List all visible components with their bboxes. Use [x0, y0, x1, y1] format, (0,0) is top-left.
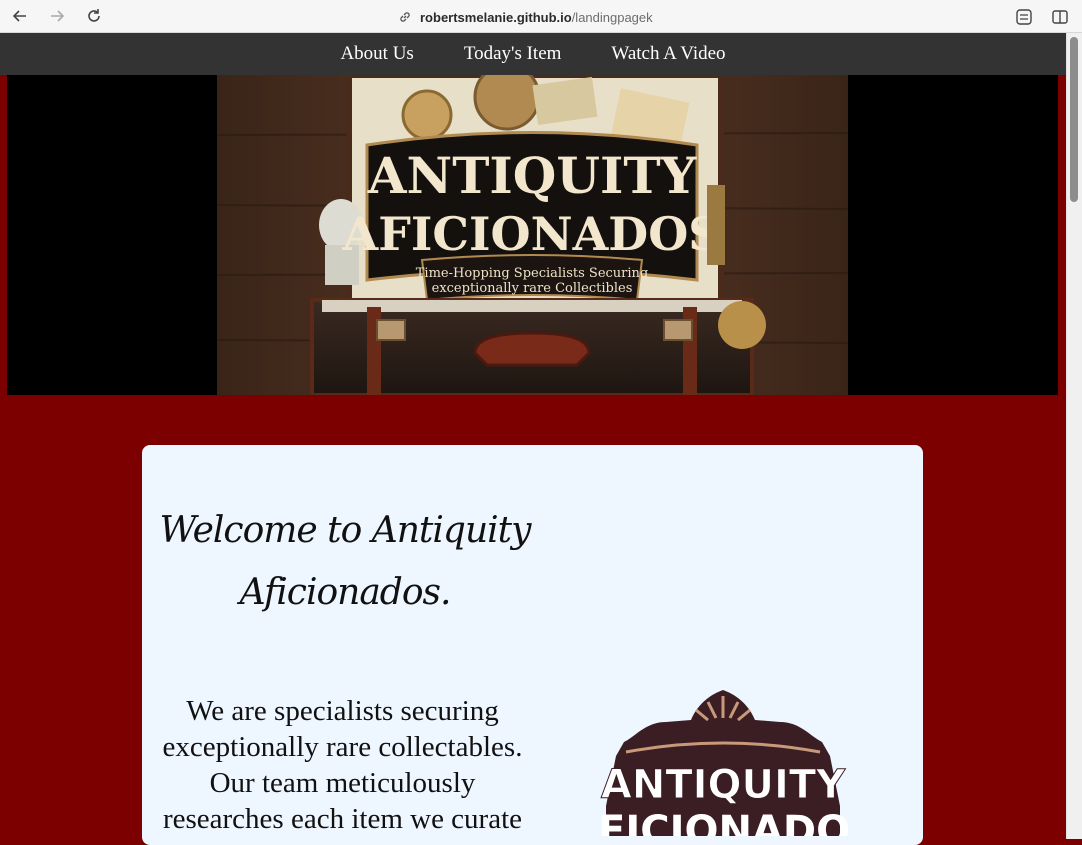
site-nav: About Us Today's Item Watch A Video: [0, 33, 1066, 75]
reload-icon[interactable]: [85, 7, 105, 27]
browser-toolbar: robertsmelanie.github.io/landingpagek: [0, 0, 1082, 33]
sidebar-toggle-icon[interactable]: [1051, 8, 1069, 26]
hero-tagline-1: Time-Hopping Specialists Securing: [416, 266, 648, 281]
url-path: /landingpagek: [571, 9, 653, 25]
scrollbar-thumb[interactable]: [1070, 37, 1078, 202]
hero-title-2: AFICIONADOS: [342, 207, 722, 261]
hero-tagline-2: exceptionally rare Collectibles: [432, 281, 633, 296]
logo-badge: ANTIQUITY AFICIONADOS: [596, 686, 850, 836]
link-icon: [400, 12, 410, 22]
welcome-heading: Welcome to Antiquity Aficionados.: [159, 510, 532, 613]
extensions-icon[interactable]: [1015, 8, 1033, 26]
nav-watch-video[interactable]: Watch A Video: [611, 43, 725, 65]
address-bar[interactable]: robertsmelanie.github.io/landingpagek: [398, 8, 653, 26]
badge-line-2: AFICIONADOS: [596, 808, 850, 836]
forward-icon[interactable]: [48, 7, 68, 27]
description-text: We are specialists securing exceptionall…: [162, 695, 523, 835]
back-icon[interactable]: [11, 7, 31, 27]
nav-todays-item[interactable]: Today's Item: [464, 43, 562, 65]
url-domain: robertsmelanie.github.io: [420, 9, 572, 25]
badge-line-1: ANTIQUITY: [601, 762, 846, 808]
hero-image: ANTIQUITY AFICIONADOS Time-Hopping Speci…: [217, 75, 848, 395]
hero-title-1: ANTIQUITY: [367, 146, 698, 205]
nav-about-us[interactable]: About Us: [340, 43, 413, 65]
